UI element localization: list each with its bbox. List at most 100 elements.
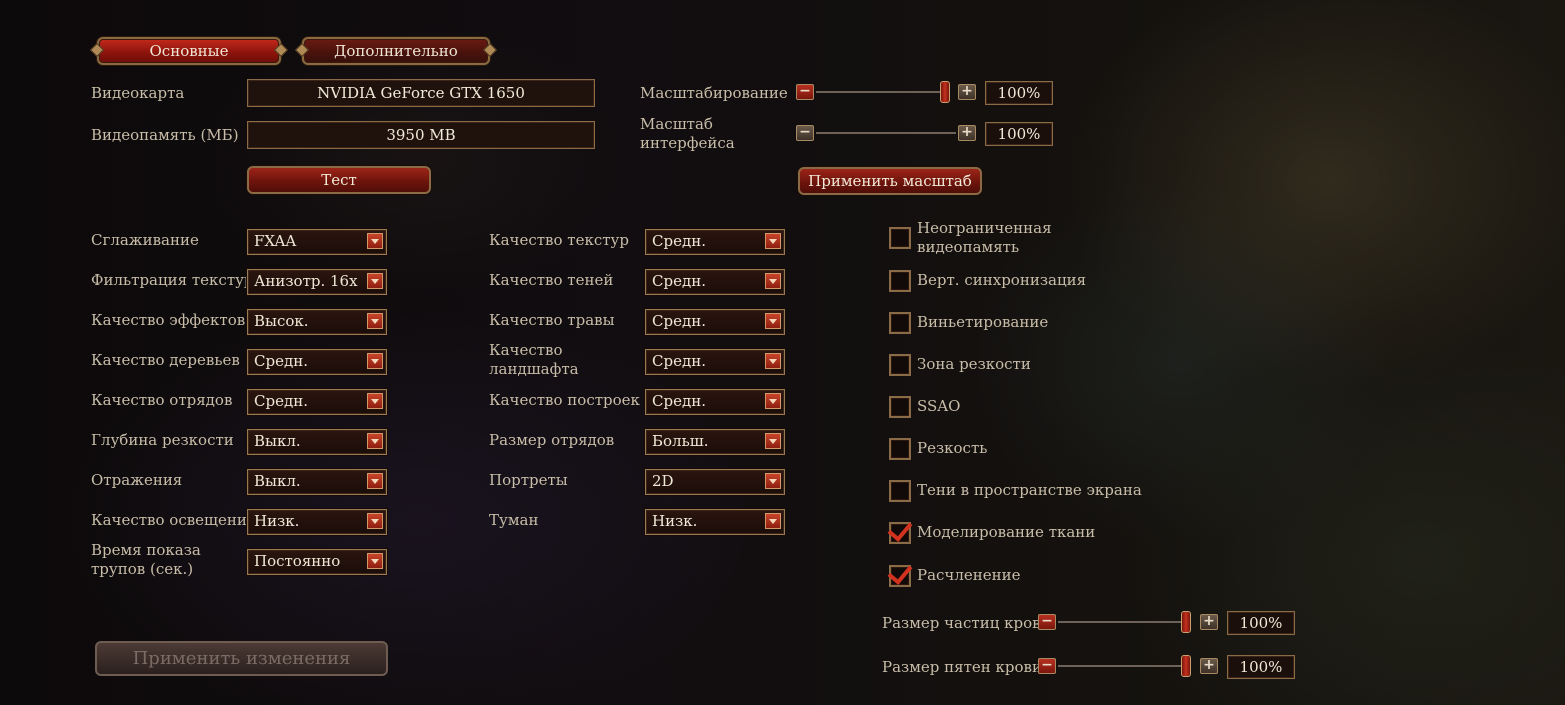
gpu-label: Видеокарта (91, 84, 185, 102)
chevron-down-icon[interactable] (765, 393, 781, 409)
blood-particles-slider[interactable]: − + (1038, 611, 1218, 635)
ssao-checkbox[interactable] (889, 396, 911, 418)
minus-icon[interactable]: − (796, 125, 814, 141)
terrain-quality-label-2: ландшафта (489, 360, 579, 378)
ui-scale-value: 100% (985, 81, 1053, 105)
units-quality-label: Качество отрядов (91, 391, 233, 409)
texture-quality-dropdown[interactable]: Средн. (645, 229, 785, 255)
chevron-down-icon[interactable] (367, 313, 383, 329)
effects-quality-label: Качество эффектов (91, 311, 246, 329)
texture-filtering-label: Фильтрация текстур (91, 271, 254, 289)
chevron-down-icon[interactable] (367, 233, 383, 249)
focus-zone-checkbox[interactable] (889, 354, 911, 376)
dropdown-value: Средн. (652, 232, 706, 250)
vsync-label: Верт. синхронизация (917, 271, 1087, 289)
chevron-down-icon[interactable] (367, 513, 383, 529)
dropdown-value: Средн. (652, 392, 706, 410)
minus-icon[interactable]: − (1038, 614, 1056, 630)
sharpness-label: Резкость (917, 439, 988, 457)
lighting-quality-dropdown[interactable]: Низк. (247, 509, 387, 535)
dropdown-value: Выкл. (254, 432, 301, 450)
chevron-down-icon[interactable] (765, 513, 781, 529)
vram-label: Видеопамять (МБ) (91, 126, 239, 144)
blood-stains-slider[interactable]: − + (1038, 655, 1218, 679)
tab-advanced[interactable]: Дополнительно (302, 37, 490, 65)
dropdown-value: Низк. (254, 512, 300, 530)
grass-quality-dropdown[interactable]: Средн. (645, 309, 785, 335)
unit-size-dropdown[interactable]: Больш. (645, 429, 785, 455)
dropdown-value: Больш. (652, 432, 709, 450)
minus-icon[interactable]: − (796, 84, 814, 100)
reflections-dropdown[interactable]: Выкл. (247, 469, 387, 495)
units-quality-dropdown[interactable]: Средн. (247, 389, 387, 415)
chevron-down-icon[interactable] (765, 473, 781, 489)
chevron-down-icon[interactable] (367, 273, 383, 289)
chevron-down-icon[interactable] (765, 273, 781, 289)
chevron-down-icon[interactable] (765, 353, 781, 369)
vignette-checkbox[interactable] (889, 312, 911, 334)
chevron-down-icon[interactable] (367, 433, 383, 449)
vram-value: 3950 MB (247, 121, 595, 149)
unlimited-vram-label-2: видеопамять (917, 238, 1020, 256)
tab-basic[interactable]: Основные (97, 37, 281, 65)
slider-track[interactable] (816, 91, 946, 93)
dropdown-value: Выкл. (254, 472, 301, 490)
dropdown-value: Анизотр. 16x (254, 272, 358, 290)
buildings-quality-dropdown[interactable]: Средн. (645, 389, 785, 415)
dropdown-value: Средн. (652, 352, 706, 370)
chevron-down-icon[interactable] (765, 433, 781, 449)
plus-icon[interactable]: + (1200, 658, 1218, 674)
antialiasing-label: Сглаживание (91, 231, 199, 249)
dismemberment-checkbox[interactable] (887, 559, 913, 587)
chevron-down-icon[interactable] (367, 353, 383, 369)
corpse-time-dropdown[interactable]: Постоянно (247, 549, 387, 575)
trees-quality-label: Качество деревьев (91, 351, 240, 369)
chevron-down-icon[interactable] (765, 233, 781, 249)
antialiasing-dropdown[interactable]: FXAA (247, 229, 387, 255)
slider-track[interactable] (1058, 665, 1188, 667)
dropdown-value: Постоянно (254, 552, 341, 570)
minus-icon[interactable]: − (1038, 658, 1056, 674)
depth-of-field-label: Глубина резкости (91, 431, 234, 449)
slider-track[interactable] (816, 132, 956, 134)
vsync-checkbox[interactable] (889, 270, 911, 292)
fog-label: Туман (489, 511, 539, 529)
slider-thumb[interactable] (1181, 655, 1191, 677)
apply-scale-button[interactable]: Применить масштаб (798, 167, 982, 195)
test-button[interactable]: Тест (247, 166, 431, 194)
plus-icon[interactable]: + (958, 125, 976, 141)
slider-thumb[interactable] (940, 81, 950, 103)
unit-size-label: Размер отрядов (489, 431, 615, 449)
dropdown-value: Средн. (652, 272, 706, 290)
chevron-down-icon[interactable] (367, 553, 383, 569)
plus-icon[interactable]: + (1200, 614, 1218, 630)
dropdown-value: Низк. (652, 512, 698, 530)
unlimited-vram-label: Неограниченная (917, 219, 1052, 237)
fog-dropdown[interactable]: Низк. (645, 509, 785, 535)
slider-thumb[interactable] (1181, 611, 1191, 633)
shadow-quality-dropdown[interactable]: Средн. (645, 269, 785, 295)
dropdown-value: Средн. (254, 352, 308, 370)
blood-stains-value: 100% (1227, 655, 1295, 679)
interface-scale-slider[interactable]: − + (796, 122, 976, 146)
chevron-down-icon[interactable] (367, 473, 383, 489)
ui-scale-slider[interactable]: − + (796, 81, 976, 105)
lighting-quality-label: Качество освещения (91, 511, 257, 529)
portraits-label: Портреты (489, 471, 568, 489)
screen-space-shadows-checkbox[interactable] (889, 480, 911, 502)
texture-filtering-dropdown[interactable]: Анизотр. 16x (247, 269, 387, 295)
plus-icon[interactable]: + (958, 84, 976, 100)
chevron-down-icon[interactable] (765, 313, 781, 329)
apply-changes-button[interactable]: Применить изменения (95, 641, 388, 676)
sharpness-checkbox[interactable] (889, 438, 911, 460)
depth-of-field-dropdown[interactable]: Выкл. (247, 429, 387, 455)
unlimited-vram-checkbox[interactable] (889, 227, 911, 249)
portraits-dropdown[interactable]: 2D (645, 469, 785, 495)
cloth-simulation-checkbox[interactable] (887, 516, 913, 544)
slider-track[interactable] (1058, 621, 1188, 623)
terrain-quality-dropdown[interactable]: Средн. (645, 349, 785, 375)
terrain-quality-label: Качество (489, 341, 563, 359)
trees-quality-dropdown[interactable]: Средн. (247, 349, 387, 375)
chevron-down-icon[interactable] (367, 393, 383, 409)
effects-quality-dropdown[interactable]: Высок. (247, 309, 387, 335)
